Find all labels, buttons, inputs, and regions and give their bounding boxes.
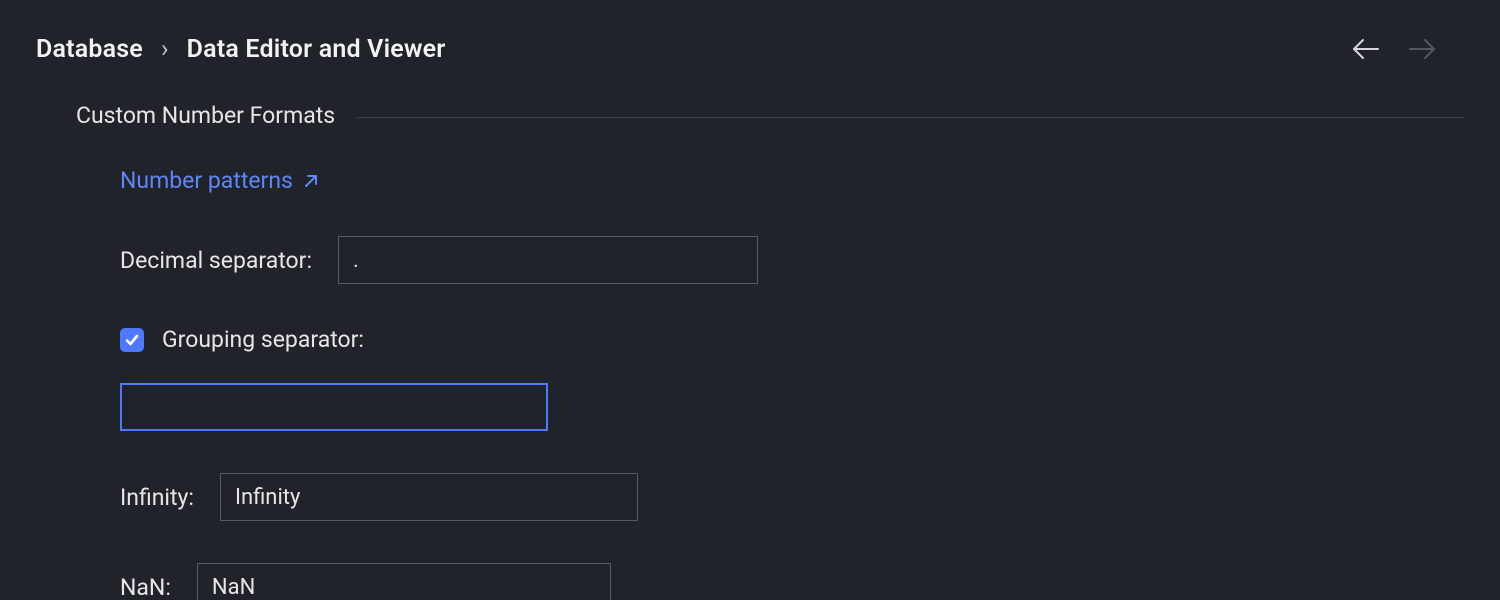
infinity-label: Infinity:: [120, 484, 194, 511]
external-link-icon: [303, 173, 319, 189]
grouping-separator-input[interactable]: [120, 383, 548, 431]
grouping-separator-label[interactable]: Grouping separator:: [162, 326, 364, 353]
fields: Number patterns Decimal separator: Group…: [76, 129, 1464, 600]
arrow-left-icon: [1352, 38, 1380, 60]
grouping-separator-input-row: [120, 383, 1464, 431]
section-header: Custom Number Formats: [76, 102, 1464, 129]
check-icon: [124, 332, 140, 348]
decimal-separator-input[interactable]: [338, 236, 758, 284]
settings-body: Custom Number Formats Number patterns De…: [0, 72, 1500, 600]
infinity-row: Infinity:: [120, 473, 1464, 521]
number-patterns-link-label: Number patterns: [120, 167, 293, 194]
decimal-separator-row: Decimal separator:: [120, 236, 1464, 284]
breadcrumb-separator: ›: [161, 35, 169, 64]
nav-back-button[interactable]: [1352, 38, 1380, 60]
grouping-separator-checkbox[interactable]: [120, 328, 144, 352]
grouping-separator-row: Grouping separator:: [120, 326, 1464, 353]
arrow-right-icon: [1408, 38, 1436, 60]
infinity-input[interactable]: [220, 473, 638, 521]
breadcrumb-root[interactable]: Database: [36, 35, 143, 64]
number-patterns-link[interactable]: Number patterns: [120, 167, 1464, 194]
nan-label: NaN:: [120, 574, 171, 600]
nan-input[interactable]: [197, 563, 611, 600]
decimal-separator-label: Decimal separator:: [120, 247, 312, 274]
nav-forward-button: [1408, 38, 1436, 60]
section-title: Custom Number Formats: [76, 102, 335, 129]
nan-row: NaN:: [120, 563, 1464, 600]
header-bar: Database › Data Editor and Viewer: [0, 0, 1500, 72]
section-divider: [357, 117, 1464, 118]
breadcrumb: Database › Data Editor and Viewer: [36, 35, 445, 64]
breadcrumb-current: Data Editor and Viewer: [187, 35, 446, 64]
nav-arrows: [1352, 38, 1464, 60]
